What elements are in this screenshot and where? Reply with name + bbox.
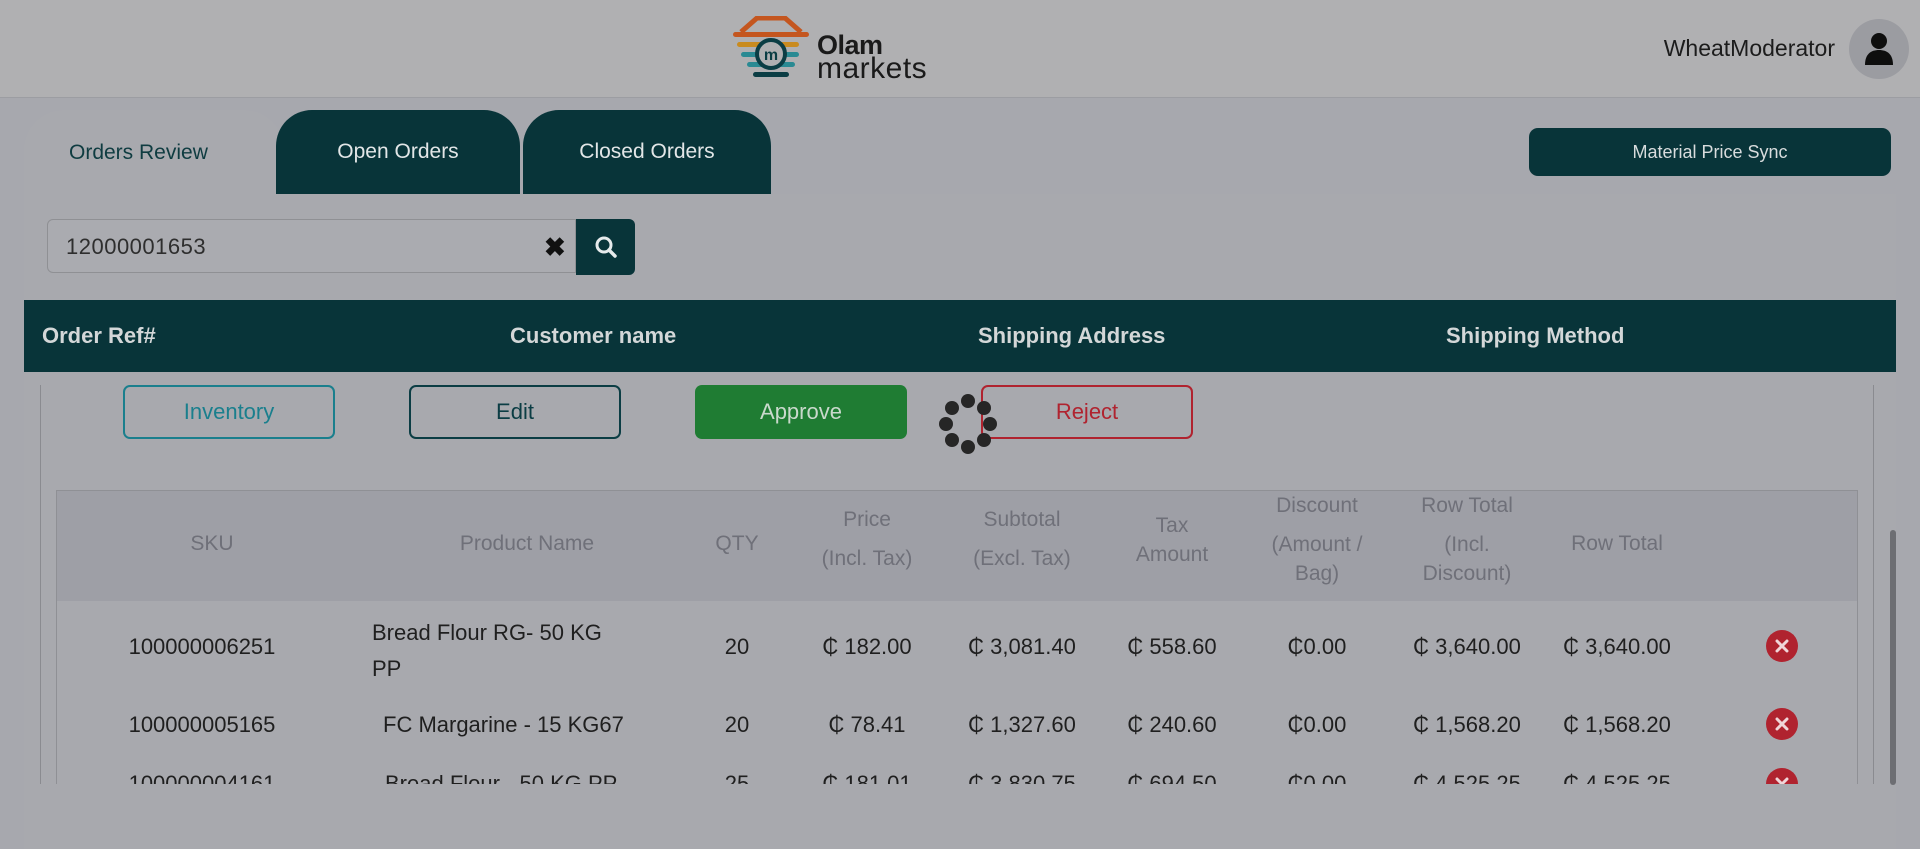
page-scrollbar-thumb[interactable] — [1890, 530, 1896, 785]
delete-row-icon[interactable] — [1766, 708, 1798, 740]
cell-subtotal: ₵ 3,081.40 — [968, 634, 1076, 659]
approve-button[interactable]: Approve — [695, 385, 907, 439]
inventory-button[interactable]: Inventory — [123, 385, 335, 439]
header-row-total: Row Total — [1571, 532, 1663, 555]
header-sku: SKU — [190, 532, 234, 555]
panel-footer — [24, 784, 1896, 849]
column-order-ref: Order Ref# — [42, 323, 156, 348]
search-input[interactable]: 12000001653 ✖ — [47, 219, 576, 273]
clear-search-icon[interactable]: ✖ — [544, 232, 566, 263]
cell-product-name: FC Margarine - 15 KG67 — [383, 712, 624, 737]
cell-row-total-incl-discount: ₵ 3,640.00 — [1413, 634, 1521, 659]
cell-product-name: Bread Flour RG- 50 KG PP — [372, 620, 602, 681]
header-qty: QTY — [715, 532, 759, 555]
cell-row-total-incl-discount: ₵ 1,568.20 — [1413, 712, 1521, 737]
cell-tax: ₵ 240.60 — [1127, 712, 1217, 737]
header-tax-amount: Tax Amount — [1135, 514, 1209, 566]
tab-label: Orders Review — [69, 141, 208, 164]
cell-price: ₵ 182.00 — [822, 634, 912, 659]
cell-row-total: ₵ 3,640.00 — [1563, 634, 1671, 659]
user-icon — [1865, 33, 1893, 65]
cell-discount: ₵0.00 — [1287, 712, 1347, 737]
username-label[interactable]: WheatModerator — [1664, 35, 1835, 62]
loading-spinner-icon — [939, 394, 997, 454]
material-price-sync-button[interactable]: Material Price Sync — [1529, 128, 1891, 176]
column-shipping-method: Shipping Method — [1446, 323, 1625, 348]
items-table-header: SKU Product Name QTY Price (Incl. Tax) S… — [57, 491, 1857, 601]
column-customer-name: Customer name — [510, 323, 677, 348]
search-button[interactable] — [576, 219, 635, 275]
column-shipping-address: Shipping Address — [978, 323, 1166, 348]
cell-sku: 100000006251 — [128, 634, 276, 659]
search-icon — [595, 236, 617, 258]
basket-logo-icon: m — [733, 16, 809, 77]
close-icon — [1775, 717, 1789, 731]
delete-row-icon[interactable] — [1766, 630, 1798, 662]
svg-text:m: m — [764, 47, 778, 64]
edit-button[interactable]: Edit — [409, 385, 621, 439]
header-price: Price (Incl. Tax) — [821, 508, 913, 570]
top-header: m Olam markets WheatModerator — [0, 0, 1920, 98]
cell-qty: 20 — [724, 634, 750, 659]
close-icon — [1775, 639, 1789, 653]
cell-row-total: ₵ 1,568.20 — [1563, 712, 1671, 737]
cell-sku: 100000005165 — [128, 712, 276, 737]
orders-table-header: Order Ref# Customer name Shipping Addres… — [24, 300, 1896, 372]
reject-button[interactable]: Reject — [981, 385, 1193, 439]
cell-tax: ₵ 558.60 — [1127, 634, 1217, 659]
tab-orders-review[interactable]: Orders Review — [24, 110, 284, 194]
cell-subtotal: ₵ 1,327.60 — [968, 712, 1076, 737]
cell-discount: ₵0.00 — [1287, 634, 1347, 659]
tab-open-orders[interactable]: Open Orders — [276, 110, 520, 194]
search-value: 12000001653 — [66, 234, 207, 259]
user-avatar[interactable] — [1849, 19, 1909, 79]
tab-label: Closed Orders — [579, 140, 715, 163]
header-row-total-incl-discount: Row Total (Incl. Discount) — [1421, 494, 1513, 585]
tab-closed-orders[interactable]: Closed Orders — [523, 110, 771, 194]
header-subtotal: Subtotal (Excl. Tax) — [973, 508, 1071, 570]
cell-price: ₵ 78.41 — [828, 712, 906, 737]
tab-label: Open Orders — [337, 140, 459, 163]
header-discount: Discount (Amount / Bag) — [1271, 494, 1363, 585]
brand-subname: markets — [817, 52, 928, 85]
cell-qty: 20 — [724, 712, 750, 737]
header-product-name: Product Name — [459, 532, 595, 555]
olam-markets-logo[interactable]: m Olam markets — [731, 16, 931, 85]
